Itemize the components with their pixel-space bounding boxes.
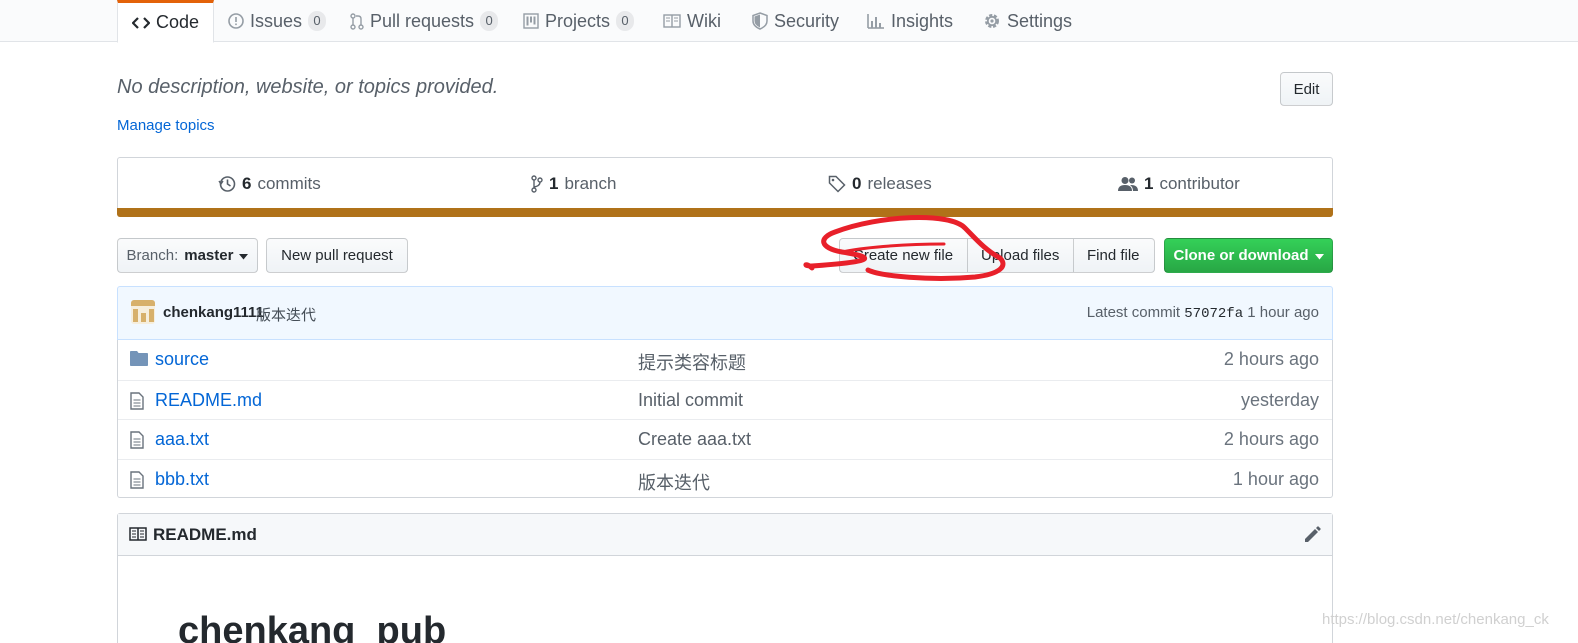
commit-author[interactable]: chenkang1111 xyxy=(163,304,264,321)
upload-files-button[interactable]: Upload files xyxy=(967,238,1074,273)
counter-badge: 0 xyxy=(616,11,635,31)
readme-heading: chenkang_pub xyxy=(178,610,447,643)
table-row: README.md Initial commit yesterday xyxy=(118,379,1332,420)
releases-number: 0 xyxy=(852,174,862,193)
code-icon xyxy=(132,16,150,30)
watermark: https://blog.csdn.net/chenkang_ck xyxy=(1322,611,1549,628)
file-name-link[interactable]: README.md xyxy=(155,390,262,411)
book-icon xyxy=(129,527,147,546)
project-icon xyxy=(523,13,539,29)
language-bar xyxy=(117,208,1333,217)
branch-icon xyxy=(531,175,543,193)
tab-insights[interactable]: Insights xyxy=(867,0,953,42)
tab-label: Insights xyxy=(891,10,954,31)
latest-commit-info: Latest commit 57072fa 1 hour ago xyxy=(1087,304,1319,322)
file-age: yesterday xyxy=(1240,389,1319,410)
file-commit-message[interactable]: Initial commit xyxy=(638,390,743,411)
branches-count[interactable]: 1 branch xyxy=(531,174,616,194)
tab-label: Issues xyxy=(250,10,303,31)
clone-or-download-button[interactable]: Clone or download xyxy=(1164,238,1333,273)
book-icon xyxy=(663,14,681,28)
contributors-count[interactable]: 1 contributor xyxy=(1118,174,1240,194)
readme-panel: README.md chenkang_pub xyxy=(117,513,1333,643)
find-file-button[interactable]: Find file xyxy=(1073,238,1155,273)
people-icon xyxy=(1118,176,1138,192)
repo-nav: Code Issues 0 Pull requests 0 Projects 0… xyxy=(0,0,1578,43)
commit-sha[interactable]: 57072fa xyxy=(1184,306,1243,322)
file-age: 2 hours ago xyxy=(1223,349,1319,369)
file-name-link[interactable]: bbb.txt xyxy=(155,469,209,490)
file-age: 1 hour ago xyxy=(1232,468,1319,489)
commits-count[interactable]: 6 commits xyxy=(218,174,321,194)
tab-label: Wiki xyxy=(687,10,721,31)
tab-label: Pull requests xyxy=(370,10,475,31)
file-name-link[interactable]: aaa.txt xyxy=(155,429,209,450)
gear-icon xyxy=(983,12,1001,30)
issue-icon xyxy=(228,13,244,29)
edit-button[interactable]: Edit xyxy=(1280,72,1333,106)
avatar[interactable] xyxy=(131,300,155,324)
history-icon xyxy=(218,175,236,193)
file-icon xyxy=(130,391,144,415)
releases-count[interactable]: 0 releases xyxy=(828,174,932,194)
shield-icon xyxy=(752,12,768,30)
file-actions-group: Create new file Upload files Find file xyxy=(839,238,1155,273)
commits-number: 6 xyxy=(242,174,252,193)
tab-label: Projects xyxy=(545,10,611,31)
caret-down-icon xyxy=(239,247,249,264)
contributors-number: 1 xyxy=(1144,174,1154,193)
tab-pull-requests[interactable]: Pull requests 0 xyxy=(350,0,499,42)
file-age: 2 hours ago xyxy=(1223,429,1319,449)
branches-label: branch xyxy=(564,174,617,193)
latest-commit-prefix: Latest commit xyxy=(1086,304,1181,321)
table-row: source 提示类容标题 2 hours ago xyxy=(118,340,1332,380)
tab-label: Code xyxy=(156,12,200,32)
branch-select-button[interactable]: Branch: master xyxy=(117,238,258,273)
branch-name: master xyxy=(184,247,234,264)
commits-label: commits xyxy=(257,174,321,193)
contributors-label: contributor xyxy=(1159,174,1240,193)
tab-label: Settings xyxy=(1007,10,1073,31)
readme-title: README.md xyxy=(153,525,257,544)
readme-header: README.md xyxy=(118,514,1332,556)
counter-badge: 0 xyxy=(308,11,327,31)
branches-number: 1 xyxy=(549,174,559,193)
tab-security[interactable]: Security xyxy=(752,0,839,42)
tab-issues[interactable]: Issues 0 xyxy=(228,0,327,42)
tab-projects[interactable]: Projects 0 xyxy=(523,0,635,42)
file-commit-message[interactable]: Create aaa.txt xyxy=(638,429,751,450)
counter-badge: 0 xyxy=(480,11,499,31)
pencil-icon[interactable] xyxy=(1302,525,1322,550)
folder-icon xyxy=(130,351,148,371)
repo-description: No description, website, or topics provi… xyxy=(117,76,499,98)
tab-label: Security xyxy=(774,10,840,31)
table-row: aaa.txt Create aaa.txt 2 hours ago xyxy=(118,419,1332,459)
file-commit-message[interactable]: 版本迭代 xyxy=(638,469,710,495)
create-new-file-button[interactable]: Create new file xyxy=(839,238,968,273)
tab-wiki[interactable]: Wiki xyxy=(663,0,721,42)
file-name-link[interactable]: source xyxy=(155,349,209,370)
releases-label: releases xyxy=(867,174,932,193)
file-icon xyxy=(130,470,144,494)
file-list: source 提示类容标题 2 hours ago README.md Init… xyxy=(117,340,1333,498)
new-pull-request-button[interactable]: New pull request xyxy=(266,238,408,273)
graph-icon xyxy=(867,13,885,29)
table-row: bbb.txt 版本迭代 1 hour ago xyxy=(118,458,1332,499)
commit-age: 1 hour ago xyxy=(1247,304,1319,321)
file-icon xyxy=(130,431,144,454)
branch-prefix: Branch: xyxy=(126,247,179,264)
pull-request-icon xyxy=(350,12,364,30)
clone-label: Clone or download xyxy=(1173,247,1309,264)
tab-code[interactable]: Code xyxy=(117,0,215,43)
tag-icon xyxy=(828,175,846,193)
commit-message[interactable]: 版本迭代 xyxy=(256,304,316,325)
file-commit-message[interactable]: 提示类容标题 xyxy=(638,349,746,375)
latest-commit-bar: chenkang1111 版本迭代 Latest commit 57072fa … xyxy=(117,286,1333,340)
caret-down-icon xyxy=(1314,247,1324,264)
manage-topics-link[interactable]: Manage topics xyxy=(117,117,215,134)
tab-settings[interactable]: Settings xyxy=(983,0,1072,42)
numbers-summary: 6 commits 1 branch 0 releases 1 contribu… xyxy=(117,157,1333,217)
